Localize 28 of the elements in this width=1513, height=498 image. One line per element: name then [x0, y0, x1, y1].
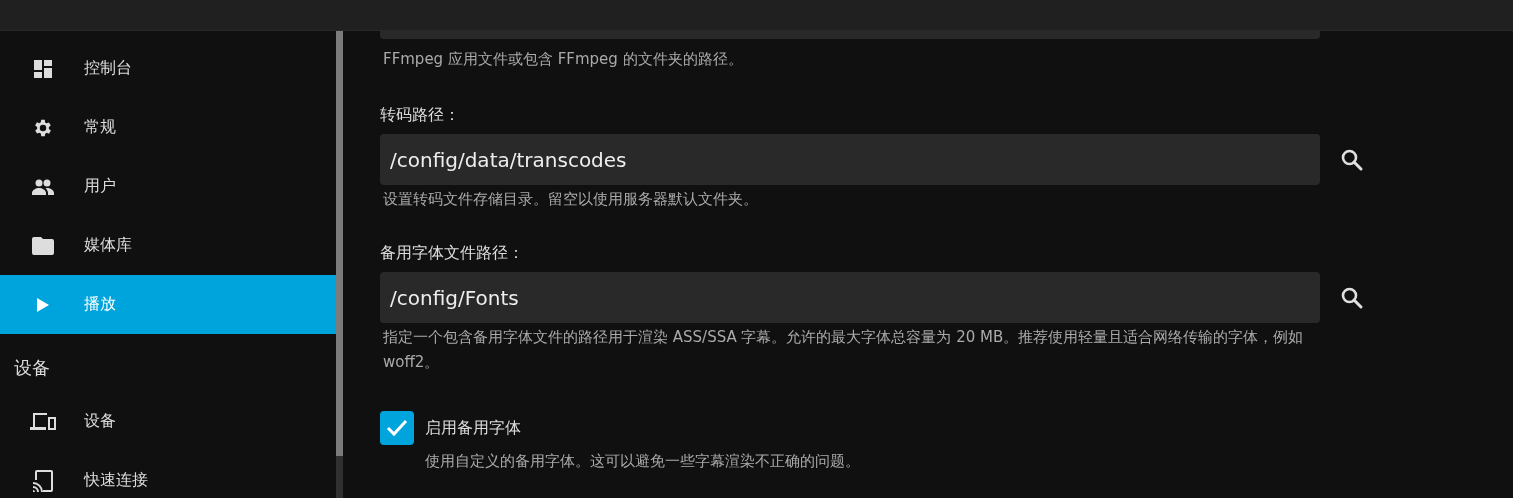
field-hint: FFmpeg 应用文件或包含 FFmpeg 的文件夹的路径。 [382, 49, 743, 70]
input-field[interactable] [380, 31, 1320, 39]
scrollbar[interactable] [336, 31, 343, 498]
dashboard-icon [34, 59, 52, 78]
field-hint: 指定一个包含备用字体文件的路径用于渲染 ASS/SSA 字幕。允许的最大字体总容量为 20 MB。推荐使用轻量且适合网络传输的字体，例如 woff2。 [382, 327, 1305, 373]
input-field[interactable]: /config/Fonts [380, 272, 1320, 323]
cast-icon [33, 469, 53, 492]
sidebar-item[interactable]: 媒体库 [0, 216, 336, 275]
search-icon[interactable] [1340, 285, 1364, 310]
sidebar-item[interactable]: 控制台 [0, 39, 336, 98]
search-icon[interactable] [1340, 147, 1364, 172]
field-label: 转码路径： [380, 105, 461, 126]
sidebar-item[interactable]: 设备 [0, 392, 336, 451]
checkbox[interactable] [380, 411, 414, 445]
checkbox-hint: 使用自定义的备用字体。这可以避免一些字幕渲染不正确的问题。 [424, 451, 860, 472]
field-label: 备用字体文件路径： [380, 243, 525, 264]
devices-icon [30, 412, 56, 431]
sidebar-item[interactable]: 用户 [0, 157, 336, 216]
sidebar-item[interactable]: 常规 [0, 98, 336, 157]
input-field[interactable]: /config/data/transcodes [380, 134, 1320, 185]
sidebar-item[interactable]: 快速连接 [0, 451, 336, 498]
play-icon [37, 297, 49, 312]
field-hint: 设置转码文件存储目录。留空以使用服务器默认文件夹。 [382, 189, 759, 210]
checkmark-icon [386, 419, 408, 437]
section-heading: 设备 [13, 356, 51, 380]
people-icon [32, 178, 54, 195]
checkbox-label: 启用备用字体 [425, 417, 521, 439]
folder-icon [32, 236, 54, 255]
